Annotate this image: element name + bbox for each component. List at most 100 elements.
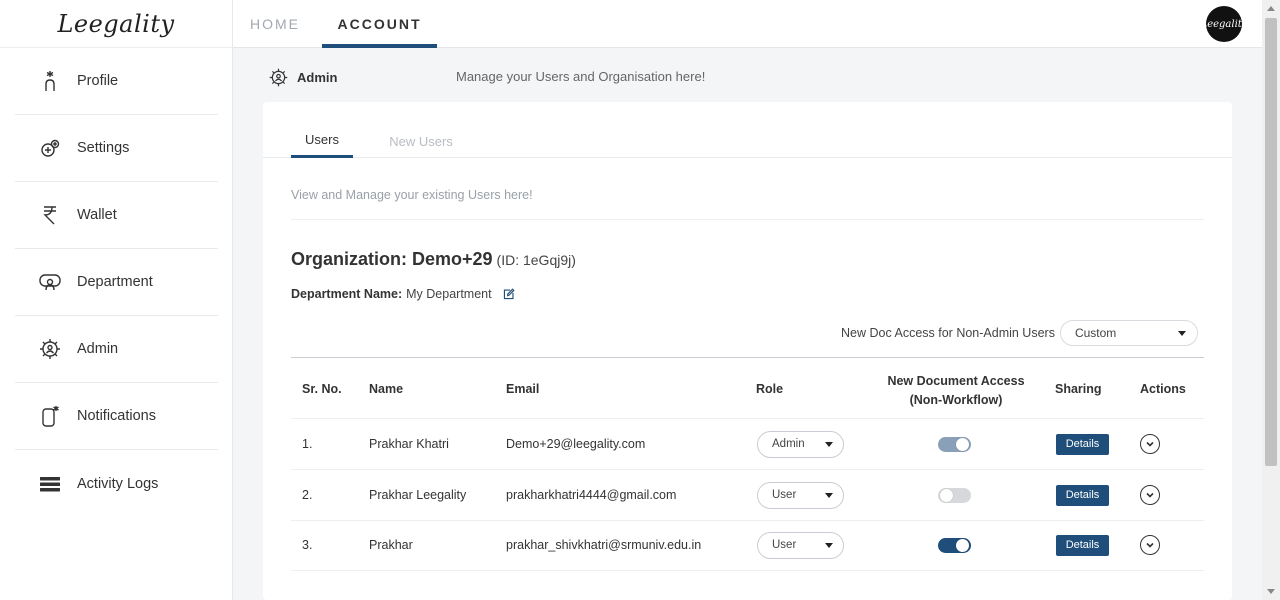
sidebar-item-wallet[interactable]: Wallet: [15, 182, 218, 249]
cell-name: Prakhar Khatri: [369, 437, 449, 451]
scroll-up-icon[interactable]: [1267, 6, 1275, 11]
document-access-toggle[interactable]: [938, 487, 971, 503]
header-name: Name: [369, 382, 404, 396]
cell-sharing: Details: [1056, 419, 1109, 469]
scroll-thumb[interactable]: [1265, 18, 1277, 466]
role-select[interactable]: User: [757, 531, 844, 559]
table-row: 2. Prakhar Leegality prakharkhatri4444@gma…: [291, 470, 1204, 521]
doc-access-value: Custom: [1074, 326, 1117, 340]
sidebar-nav: Profile Settings Wallet Department Admin: [0, 48, 232, 517]
divider: [291, 219, 1204, 220]
doc-access-row: New Doc Access for Non-Admin Users Custo…: [841, 320, 1198, 346]
expand-actions-button[interactable]: [1140, 434, 1160, 454]
cell-srno: 3.: [302, 538, 313, 552]
department-value: My Department: [406, 287, 492, 301]
users-description: View and Manage your existing Users here…: [291, 188, 533, 202]
sidebar-item-label: Admin: [77, 341, 119, 357]
details-button[interactable]: Details: [1056, 534, 1109, 556]
sidebar-item-profile[interactable]: Profile: [15, 48, 218, 115]
sidebar-item-label: Department: [77, 274, 153, 290]
wallet-icon: [37, 202, 63, 228]
sidebar-item-settings[interactable]: Settings: [15, 115, 218, 182]
toggle-knob: [940, 488, 953, 502]
cell-document-access: [938, 419, 971, 469]
sidebar-item-label: Wallet: [77, 207, 117, 223]
edit-icon[interactable]: [502, 287, 515, 301]
chevron-down-icon: [1146, 441, 1154, 447]
toggle-knob: [956, 538, 969, 552]
cell-document-access: [938, 470, 971, 520]
expand-actions-button[interactable]: [1140, 535, 1160, 555]
tab-users[interactable]: Users: [291, 124, 353, 158]
cell-actions: [1140, 419, 1160, 469]
toggle-knob: [956, 437, 969, 451]
cell-sharing: Details: [1056, 470, 1109, 520]
cell-email: prakharkhatri4444@gmail.com: [506, 488, 677, 502]
expand-actions-button[interactable]: [1140, 485, 1160, 505]
admin-icon: [37, 336, 63, 362]
cell-name: Prakhar Leegality: [369, 488, 467, 502]
page-title: Admin: [297, 69, 338, 85]
page-description: Manage your Users and Organisation here!: [456, 69, 706, 84]
caret-down-icon: [825, 542, 833, 548]
role-value: Admin: [772, 438, 805, 450]
page-scrollbar[interactable]: [1262, 0, 1280, 600]
cell-document-access: [938, 520, 971, 570]
department-icon: [37, 269, 63, 295]
organization-title: Organization: Demo+29 (ID: 1eGqj9j): [291, 249, 576, 270]
sidebar-item-admin[interactable]: Admin: [15, 316, 218, 383]
header-srno: Sr. No.: [302, 382, 342, 396]
header-sharing: Sharing: [1055, 382, 1102, 396]
admin-icon: [269, 68, 288, 86]
header-access-line2: (Non-Workflow): [909, 393, 1003, 407]
sidebar-item-activity-logs[interactable]: Activity Logs: [15, 450, 218, 517]
details-button[interactable]: Details: [1056, 433, 1109, 455]
role-value: User: [772, 489, 797, 501]
sidebar-item-label: Settings: [77, 140, 130, 156]
department-name-row: Department Name: My Department: [291, 287, 515, 301]
tab-account[interactable]: ACCOUNT: [322, 0, 437, 48]
chevron-down-icon: [1146, 492, 1154, 498]
cell-email: prakhar_shivkhatri@srmuniv.edu.in: [506, 538, 702, 552]
cell-srno: 2.: [302, 488, 313, 502]
table-row: 3. Prakhar prakhar_shivkhatri@srmuniv.edu.…: [291, 520, 1204, 571]
tab-new-users[interactable]: New Users: [371, 124, 471, 158]
header-access-line1: New Document Access: [887, 374, 1025, 388]
logo[interactable]: Leegality: [0, 0, 232, 48]
avatar[interactable]: Leegality: [1201, 6, 1247, 42]
header-role: Role: [756, 382, 784, 396]
users-tabs: Users New Users: [263, 124, 1232, 158]
cell-sharing: Details: [1056, 520, 1109, 570]
notifications-icon: [37, 403, 63, 429]
cell-actions: [1140, 520, 1160, 570]
sidebar-item-label: Notifications: [77, 408, 156, 424]
chevron-down-icon: [1146, 542, 1154, 548]
organization-name: Organization: Demo+29: [291, 249, 493, 269]
settings-icon: [37, 135, 63, 161]
role-select[interactable]: Admin: [757, 430, 844, 458]
sidebar-item-department[interactable]: Department: [15, 249, 218, 316]
cell-name: Prakhar: [369, 538, 413, 552]
role-select[interactable]: User: [757, 481, 844, 509]
document-access-toggle[interactable]: [938, 436, 971, 452]
cell-email: Demo+29@leegality.com: [506, 437, 646, 451]
department-label: Department Name:: [291, 287, 403, 301]
cell-actions: [1140, 470, 1160, 520]
caret-down-icon: [825, 492, 833, 498]
top-nav: HOME ACCOUNT Leegality: [233, 0, 1262, 48]
tab-home[interactable]: HOME: [233, 0, 317, 48]
document-access-toggle[interactable]: [938, 537, 971, 553]
doc-access-select[interactable]: Custom: [1059, 320, 1198, 346]
admin-header: Admin: [268, 66, 337, 88]
details-button[interactable]: Details: [1056, 484, 1109, 506]
sidebar-item-notifications[interactable]: Notifications: [15, 383, 218, 450]
users-table-header: Sr. No. Name Email Role New Document Acc…: [291, 358, 1204, 419]
scroll-down-icon[interactable]: [1267, 589, 1275, 594]
doc-access-label: New Doc Access for Non-Admin Users: [841, 326, 1055, 340]
users-card: Users New Users View and Manage your exi…: [263, 102, 1232, 600]
sidebar-item-label: Profile: [77, 73, 119, 89]
sidebar: Leegality Profile Settings Wallet Depart…: [0, 0, 233, 600]
cell-role: User: [757, 470, 844, 520]
table-row: 1. Prakhar Khatri Demo+29@leegality.com Adm…: [291, 419, 1204, 470]
cell-role: User: [757, 520, 844, 570]
